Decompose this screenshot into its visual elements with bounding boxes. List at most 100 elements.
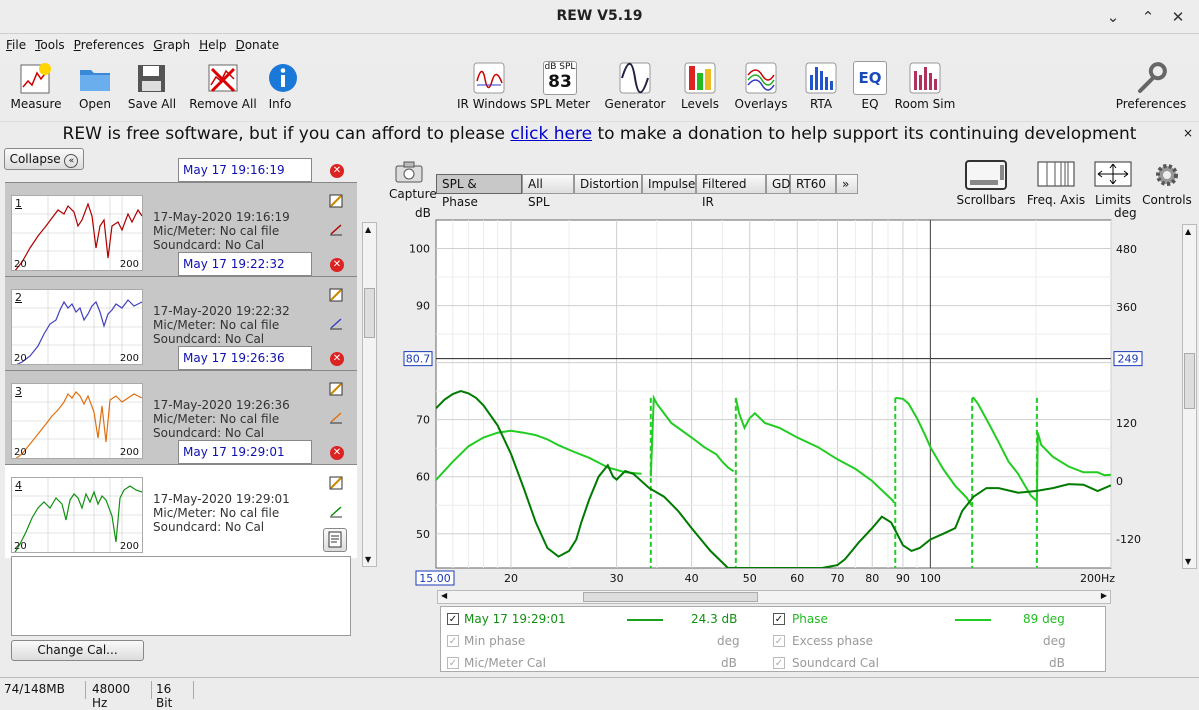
preferences-button[interactable]: Preferences xyxy=(1114,61,1188,111)
capture-button[interactable]: Capture xyxy=(389,160,437,201)
rta-button[interactable]: RTA xyxy=(802,61,840,111)
measurement-info: 17-May-2020 19:16:19 Mic/Meter: No cal fi… xyxy=(153,210,290,252)
measurement-tab-4[interactable]: 4 20 200 17-May-2020 19:29:01 Mic/Meter: … xyxy=(5,464,357,558)
menu-help[interactable]: Help xyxy=(193,35,229,52)
x-tick-label: 80 xyxy=(865,572,879,585)
scrollbars-button[interactable]: Scrollbars xyxy=(955,160,1017,207)
trace-color-icon[interactable] xyxy=(329,504,343,518)
spl-phase-graph[interactable]: 100 90 70 60 50 480 360 120 0 -120 20 30 40 50 60 70 80 9… xyxy=(380,214,1160,590)
notes-area[interactable] xyxy=(11,556,351,636)
scroll-down-icon[interactable]: ▼ xyxy=(365,555,371,564)
graph-vscrollbar[interactable]: ▲ ▼ xyxy=(1182,224,1197,569)
phase-line-swatch xyxy=(955,619,991,621)
title-bar: REW V5.19 ⌄ ⌃ ✕ xyxy=(0,0,1199,34)
measurement-thumbnail: 2 20 200 xyxy=(11,289,143,365)
save-measurement-icon[interactable] xyxy=(329,476,343,490)
x-tick-label: 20 xyxy=(504,572,518,585)
soundcard-cal-checkbox[interactable]: ✓ xyxy=(773,657,785,669)
save-all-button[interactable]: Save All xyxy=(127,61,177,111)
graph-tab-0[interactable]: SPL & Phase xyxy=(436,174,522,209)
phase-checkbox[interactable]: ✓ xyxy=(773,613,785,625)
graph-tab-4[interactable]: Filtered IR xyxy=(696,174,766,209)
remove-icon xyxy=(208,64,238,93)
trace-color-icon[interactable] xyxy=(329,410,343,424)
controls-button[interactable]: Controls xyxy=(1141,160,1193,207)
menu-tools[interactable]: Tools xyxy=(29,35,68,52)
y-tick-label: 70 xyxy=(416,414,430,427)
toolbar: Measure Open Save All Remove All Info IR… xyxy=(0,57,1199,121)
measurement-name-input[interactable]: May 17 19:22:32 xyxy=(178,252,312,276)
limits-button[interactable]: Limits xyxy=(1093,160,1133,207)
menu-graph[interactable]: Graph xyxy=(147,35,193,52)
donate-link[interactable]: click here xyxy=(510,124,592,144)
levels-button[interactable]: Levels xyxy=(680,61,720,111)
graph-hscrollbar[interactable]: ◀ ▶ xyxy=(437,590,1111,604)
freq-axis-button[interactable]: Freq. Axis xyxy=(1025,160,1087,207)
graph-tab-3[interactable]: Impulse xyxy=(642,174,696,194)
ir-windows-button[interactable]: IR Windows xyxy=(457,61,526,111)
banner-close-icon[interactable]: × xyxy=(1183,126,1193,140)
room-sim-icon xyxy=(909,62,941,94)
save-measurement-icon[interactable] xyxy=(329,194,343,208)
save-icon xyxy=(138,65,165,92)
remove-measurement-icon[interactable]: ✕ xyxy=(330,352,344,366)
phase-tick-label: -120 xyxy=(1116,533,1141,546)
info-button[interactable]: Info xyxy=(266,61,297,111)
measurement-name-input[interactable]: May 17 19:26:36 xyxy=(178,346,312,370)
min-phase-checkbox[interactable]: ✓ xyxy=(447,635,459,647)
remove-all-button[interactable]: Remove All xyxy=(189,61,257,111)
open-button[interactable]: Open xyxy=(77,61,113,111)
graph-legend: ✓ May 17 19:29:01 24.3 dB ✓ Phase 89 deg… xyxy=(440,606,1106,672)
phase-tick-label: 360 xyxy=(1116,301,1137,314)
graph-tab-6[interactable]: RT60 xyxy=(790,174,836,194)
overlays-button[interactable]: Overlays xyxy=(734,61,788,111)
measurement-name-input[interactable]: May 17 19:16:19 xyxy=(178,158,312,182)
measurement-info: 17-May-2020 19:22:32 Mic/Meter: No cal fi… xyxy=(153,304,290,346)
scroll-up-icon[interactable]: ▲ xyxy=(365,225,371,234)
graph-tab-7[interactable]: » xyxy=(836,174,858,194)
measurements-scrollbar[interactable]: ▲ ▼ xyxy=(362,222,377,567)
measurement-name-input[interactable]: May 17 19:29:01 xyxy=(178,440,312,464)
scroll-up-icon[interactable]: ▲ xyxy=(1185,227,1191,236)
remove-measurement-icon[interactable]: ✕ xyxy=(330,446,344,460)
notes-icon[interactable] xyxy=(323,528,347,552)
trace-color-icon[interactable] xyxy=(329,316,343,330)
room-sim-button[interactable]: Room Sim xyxy=(893,61,957,111)
freq-axis-icon xyxy=(1037,161,1075,187)
menu-file[interactable]: File xyxy=(0,35,29,52)
remove-measurement-icon[interactable]: ✕ xyxy=(330,258,344,272)
change-cal-button[interactable]: Change Cal... xyxy=(11,640,144,661)
x-tick-label: 60 xyxy=(790,572,804,585)
close-icon[interactable]: ✕ xyxy=(1167,6,1189,28)
graph-tab-2[interactable]: Distortion xyxy=(574,174,642,194)
donation-banner: REW is free software, but if you can aff… xyxy=(0,121,1199,145)
rta-icon xyxy=(805,62,837,94)
cursor-phase-readout: 249 xyxy=(1118,353,1139,366)
menu-preferences[interactable]: Preferences xyxy=(68,35,148,52)
excess-phase-checkbox[interactable]: ✓ xyxy=(773,635,785,647)
trace-color-icon[interactable] xyxy=(329,222,343,236)
eq-button[interactable]: EQ EQ xyxy=(852,61,888,111)
graph-tab-1[interactable]: All SPL xyxy=(522,174,574,209)
save-measurement-icon[interactable] xyxy=(329,382,343,396)
graph-tab-5[interactable]: GD xyxy=(766,174,791,194)
collapse-button[interactable]: Collapse « xyxy=(4,148,84,170)
measurement-thumbnail: 1 20 200 xyxy=(11,195,143,271)
measure-button[interactable]: Measure xyxy=(10,61,62,111)
scroll-down-icon[interactable]: ▼ xyxy=(1185,557,1191,566)
scroll-left-icon[interactable]: ◀ xyxy=(441,591,447,600)
plot-area[interactable] xyxy=(435,219,1112,569)
minimize-icon[interactable]: ⌄ xyxy=(1102,6,1124,28)
generator-button[interactable]: Generator xyxy=(604,61,666,111)
scroll-right-icon[interactable]: ▶ xyxy=(1101,591,1107,600)
maximize-icon[interactable]: ⌃ xyxy=(1137,6,1159,28)
remove-measurement-icon[interactable]: ✕ xyxy=(330,164,344,178)
spl-meter-button[interactable]: dB SPL 83 SPL Meter xyxy=(530,61,590,111)
spl-checkbox[interactable]: ✓ xyxy=(447,613,459,625)
x-tick-label: 70 xyxy=(830,572,844,585)
y-tick-label: 60 xyxy=(416,471,430,484)
mic-cal-checkbox[interactable]: ✓ xyxy=(447,657,459,669)
menu-donate[interactable]: Donate xyxy=(229,35,282,52)
save-measurement-icon[interactable] xyxy=(329,288,343,302)
y-tick-label: 50 xyxy=(416,528,430,541)
